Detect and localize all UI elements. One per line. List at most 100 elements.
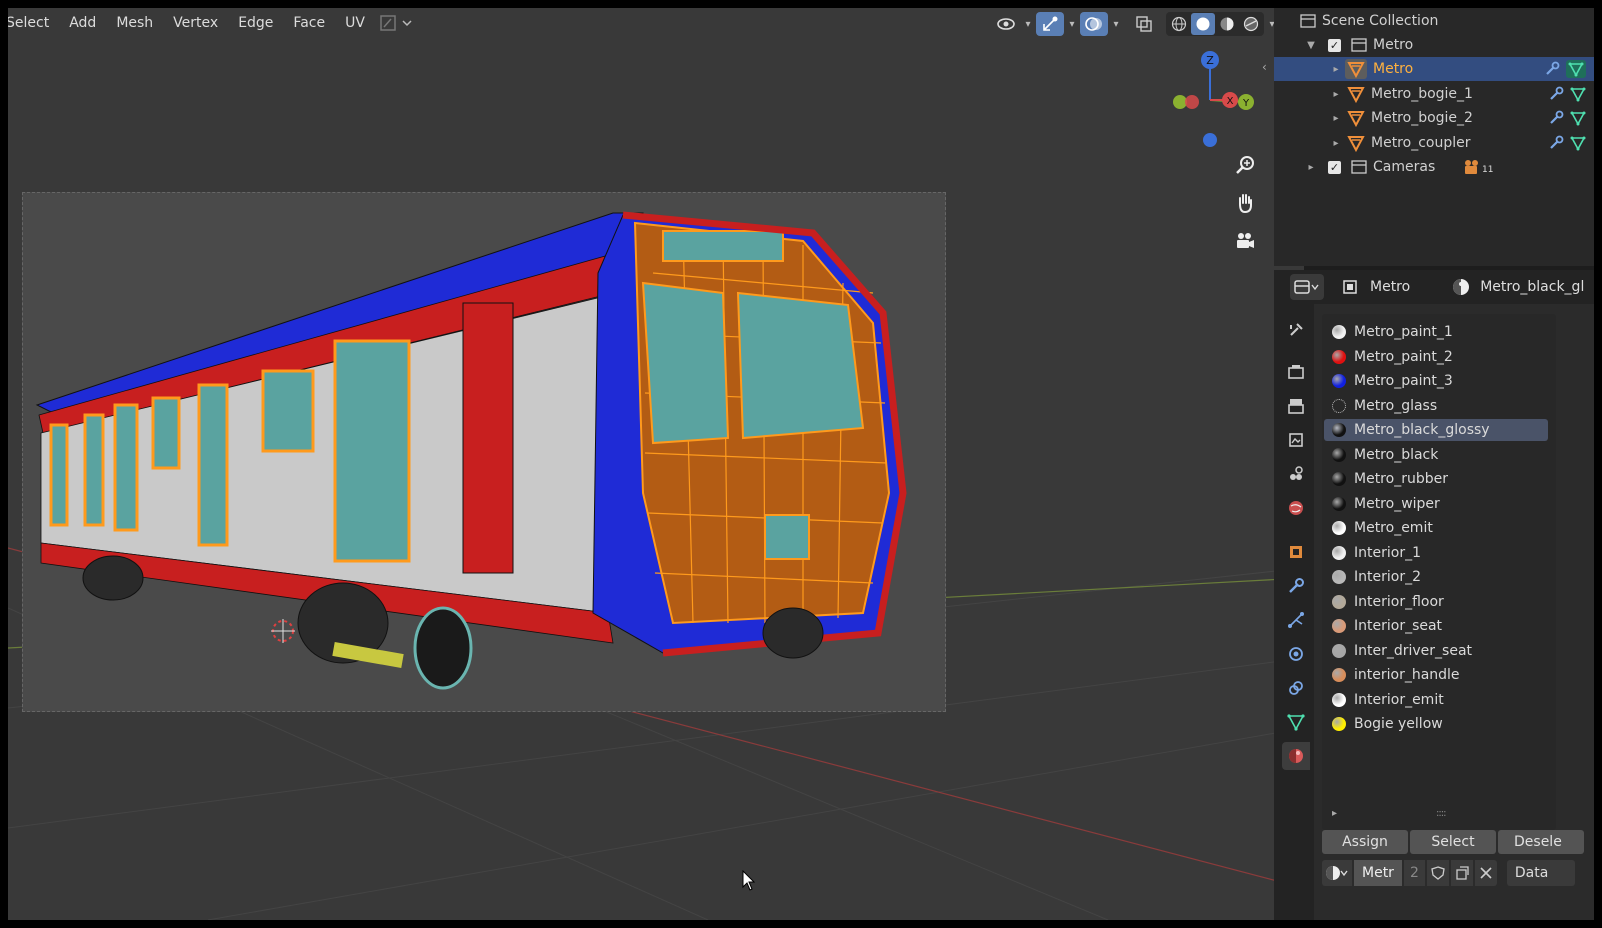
physics-tab-icon[interactable] bbox=[1282, 640, 1310, 668]
breadcrumb-object[interactable]: Metro bbox=[1370, 279, 1410, 295]
material-slot-label: Metro_paint_3 bbox=[1354, 373, 1453, 389]
mesh-data-icon[interactable] bbox=[1570, 110, 1586, 126]
deselect-button[interactable]: Desele bbox=[1498, 830, 1584, 854]
expand-triangle-icon[interactable]: ▸ bbox=[1329, 138, 1343, 149]
link-type-dropdown[interactable]: Data bbox=[1506, 860, 1575, 886]
outliner-scene-collection[interactable]: Scene Collection bbox=[1274, 9, 1594, 33]
checkbox-icon[interactable]: ✓ bbox=[1328, 160, 1341, 174]
pan-hand-icon[interactable] bbox=[1230, 188, 1260, 218]
material-name-field[interactable]: Metr bbox=[1354, 860, 1402, 886]
metro-train-mesh[interactable] bbox=[23, 193, 945, 711]
chevron-down-icon[interactable]: ▾ bbox=[1110, 19, 1122, 30]
material-tab-icon[interactable] bbox=[1282, 742, 1310, 770]
menu-face[interactable]: Face bbox=[283, 8, 335, 38]
menu-edge[interactable]: Edge bbox=[228, 8, 283, 38]
constraints-tab-icon[interactable] bbox=[1282, 674, 1310, 702]
material-slot-item[interactable]: Metro_rubber bbox=[1324, 468, 1548, 490]
wrench-icon[interactable] bbox=[1544, 61, 1560, 77]
checkbox-icon[interactable]: ✓ bbox=[1328, 38, 1341, 52]
material-slot-item[interactable]: Interior_1 bbox=[1324, 542, 1548, 564]
assign-button[interactable]: Assign bbox=[1322, 830, 1408, 854]
material-users-count[interactable]: 2 bbox=[1403, 860, 1425, 886]
expand-triangle-icon[interactable]: ▸ bbox=[1304, 162, 1318, 173]
outliner-row-metro-bogie-2[interactable]: ▸ Metro_bogie_2 bbox=[1274, 106, 1594, 130]
menu-select[interactable]: Select bbox=[8, 8, 59, 38]
expand-triangle-icon[interactable]: ▸ bbox=[1329, 113, 1343, 124]
material-slot-item[interactable]: Metro_wiper bbox=[1324, 493, 1548, 515]
wrench-icon[interactable] bbox=[1548, 135, 1564, 151]
view-layer-tab-icon[interactable] bbox=[1282, 426, 1310, 454]
menu-mesh[interactable]: Mesh bbox=[106, 8, 163, 38]
wrench-icon[interactable] bbox=[1548, 110, 1564, 126]
tool-tab-icon[interactable] bbox=[1282, 316, 1310, 344]
material-slot-item[interactable]: Interior_seat bbox=[1324, 615, 1548, 637]
menu-add[interactable]: Add bbox=[59, 8, 106, 38]
material-slot-label: Interior_1 bbox=[1354, 544, 1421, 561]
xray-icon[interactable] bbox=[1130, 12, 1158, 36]
expand-triangle-icon[interactable]: ▸ bbox=[1329, 64, 1343, 75]
3d-viewport[interactable]: Select Add Mesh Vertex Edge Face UV ▾ ▾ … bbox=[8, 8, 1304, 920]
navigation-gizmo[interactable]: Z X Y bbox=[1158, 48, 1268, 158]
particles-tab-icon[interactable] bbox=[1282, 606, 1310, 634]
visibility-icon[interactable] bbox=[992, 12, 1020, 36]
new-material-icon[interactable] bbox=[1450, 860, 1473, 886]
outliner-row-cameras[interactable]: ▸ ✓ Cameras 11 bbox=[1274, 155, 1594, 179]
outliner-row-metro-mesh[interactable]: ▸ Metro bbox=[1274, 57, 1594, 81]
zoom-icon[interactable] bbox=[1230, 150, 1260, 180]
expand-triangle-icon[interactable]: ▸ bbox=[1332, 808, 1337, 819]
select-button[interactable]: Select bbox=[1410, 830, 1496, 854]
material-slot-item[interactable]: interior_handle bbox=[1324, 664, 1548, 686]
material-slot-item[interactable]: Metro_paint_2 bbox=[1324, 346, 1548, 368]
snap-dropdown[interactable] bbox=[379, 12, 415, 34]
menu-uv[interactable]: UV bbox=[335, 8, 375, 38]
render-tab-icon[interactable] bbox=[1282, 358, 1310, 386]
mesh-object-icon bbox=[1347, 85, 1365, 103]
material-slot-item[interactable]: Metro_glass bbox=[1324, 395, 1548, 417]
material-slot-item[interactable]: Inter_driver_seat bbox=[1324, 640, 1548, 662]
expand-triangle-icon[interactable]: ▼ bbox=[1304, 40, 1318, 51]
outliner-panel: Scene Collection ▼ ✓ Metro ▸ Metro ▸ Met… bbox=[1274, 8, 1594, 266]
solid-shading-icon[interactable] bbox=[1191, 13, 1215, 35]
world-tab-icon[interactable] bbox=[1282, 494, 1310, 522]
material-browse-dropdown[interactable] bbox=[1322, 860, 1352, 886]
material-slot-item[interactable]: Metro_paint_3 bbox=[1324, 370, 1548, 392]
menu-vertex[interactable]: Vertex bbox=[163, 8, 228, 38]
material-slot-item[interactable]: Interior_floor bbox=[1324, 591, 1548, 613]
editor-type-dropdown[interactable] bbox=[1290, 274, 1324, 300]
output-tab-icon[interactable] bbox=[1282, 392, 1310, 420]
mesh-data-icon[interactable] bbox=[1570, 86, 1586, 102]
modifier-tab-icon[interactable] bbox=[1282, 572, 1310, 600]
material-shading-icon[interactable] bbox=[1215, 13, 1239, 35]
wrench-icon[interactable] bbox=[1548, 86, 1564, 102]
scene-tab-icon[interactable] bbox=[1282, 460, 1310, 488]
overlay-icon[interactable] bbox=[1080, 12, 1108, 36]
resize-handle-icon[interactable]: :::: bbox=[1436, 808, 1447, 819]
rendered-shading-icon[interactable] bbox=[1239, 13, 1263, 35]
breadcrumb-material[interactable]: Metro_black_gl bbox=[1480, 279, 1586, 295]
camera-view-icon[interactable] bbox=[1230, 226, 1260, 256]
outliner-row-metro-bogie-1[interactable]: ▸ Metro_bogie_1 bbox=[1274, 82, 1594, 106]
object-tab-icon[interactable] bbox=[1282, 538, 1310, 566]
material-slots-list[interactable]: Metro_paint_1 Metro_paint_2 Metro_paint_3 M… bbox=[1322, 314, 1556, 830]
material-slot-item[interactable]: Metro_emit bbox=[1324, 517, 1548, 539]
material-slot-item[interactable]: Interior_emit bbox=[1324, 689, 1548, 711]
material-slot-item[interactable]: Metro_black_glossy bbox=[1324, 419, 1548, 441]
wireframe-shading-icon[interactable] bbox=[1167, 13, 1191, 35]
svg-text:Y: Y bbox=[1242, 98, 1250, 109]
material-slot-item[interactable]: Metro_black bbox=[1324, 444, 1548, 466]
material-slot-item[interactable]: Bogie yellow bbox=[1324, 713, 1548, 735]
fake-user-icon[interactable] bbox=[1426, 860, 1449, 886]
collapse-sidebar-icon[interactable]: ‹ bbox=[1262, 60, 1267, 74]
expand-triangle-icon[interactable]: ▸ bbox=[1329, 89, 1343, 100]
unlink-x-icon[interactable] bbox=[1474, 860, 1497, 886]
material-slot-item[interactable]: Metro_paint_1 bbox=[1324, 321, 1548, 343]
gizmo-icon[interactable] bbox=[1036, 12, 1064, 36]
data-tab-icon[interactable] bbox=[1282, 708, 1310, 736]
chevron-down-icon[interactable]: ▾ bbox=[1022, 19, 1034, 30]
mesh-data-icon[interactable] bbox=[1566, 60, 1586, 78]
outliner-row-metro-collection[interactable]: ▼ ✓ Metro bbox=[1274, 33, 1594, 57]
chevron-down-icon[interactable]: ▾ bbox=[1066, 19, 1078, 30]
outliner-row-metro-coupler[interactable]: ▸ Metro_coupler bbox=[1274, 131, 1594, 155]
mesh-data-icon[interactable] bbox=[1570, 135, 1586, 151]
material-slot-item[interactable]: Interior_2 bbox=[1324, 566, 1548, 588]
